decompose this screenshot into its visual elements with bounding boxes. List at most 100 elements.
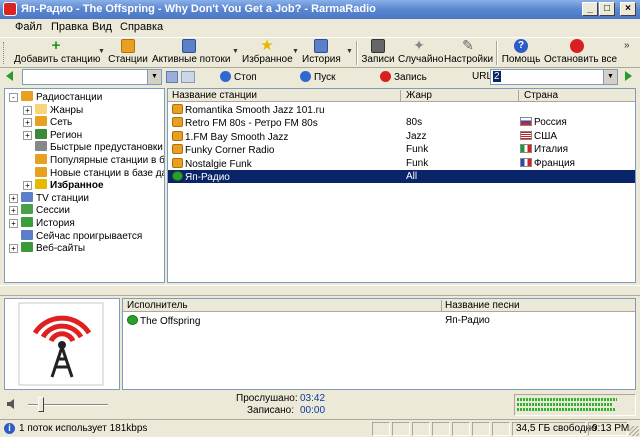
tree-item[interactable]: Быстрые предустановки — [23, 141, 163, 154]
tree-item-label: Радиостанции — [36, 92, 103, 103]
expand-icon[interactable]: + — [23, 130, 32, 140]
list-view-icon[interactable] — [166, 71, 178, 83]
active-streams-button[interactable]: Активные потоки — [152, 38, 230, 68]
splitter[interactable] — [0, 285, 640, 296]
records-button[interactable]: Записи — [360, 38, 396, 68]
menu-edit[interactable]: Правка — [51, 21, 88, 33]
stations-button[interactable]: Станции — [108, 38, 148, 68]
tree-item-label: TV станции — [36, 192, 90, 204]
table-row[interactable]: Яп-Радио All — [168, 170, 635, 183]
play-button[interactable]: Пуск — [300, 71, 335, 83]
toolbar-overflow-icon[interactable]: » — [624, 40, 630, 51]
tree-item[interactable]: + Регион — [23, 128, 83, 142]
column-separator[interactable] — [441, 300, 442, 311]
expand-icon[interactable]: + — [23, 118, 32, 128]
tree-item[interactable]: + История — [9, 217, 75, 230]
tree-item-label: Регион — [50, 129, 83, 141]
tree-item-label: Сеть — [50, 117, 73, 129]
tree-item[interactable]: + Избранное — [23, 179, 104, 192]
back-icon[interactable] — [6, 71, 13, 81]
stop-button[interactable]: Стоп — [220, 71, 257, 83]
maximize-button[interactable]: □ — [599, 2, 615, 16]
column-station-name[interactable]: Название станции — [172, 90, 257, 101]
genre-cell: Funk — [406, 144, 429, 156]
tree-item[interactable]: Сейчас проигрывается — [9, 229, 142, 243]
vu-meter-bar — [517, 398, 617, 401]
country-cell: Италия — [520, 144, 568, 155]
column-separator[interactable] — [518, 90, 519, 101]
collapse-icon[interactable]: - — [9, 93, 18, 102]
expand-icon[interactable]: + — [9, 206, 18, 216]
vu-meter-bar — [517, 403, 613, 406]
tree-item[interactable]: + Веб-сайты — [9, 242, 85, 255]
station-name-cell: Retro FM 80s - Ретро FM 80s — [172, 117, 318, 129]
resize-grip-icon[interactable] — [629, 426, 639, 436]
record-button[interactable]: Запись — [380, 71, 427, 83]
expand-icon[interactable]: + — [9, 219, 18, 228]
chevron-down-icon[interactable]: ▼ — [147, 70, 161, 84]
active-streams-dropdown[interactable]: ▼ — [232, 48, 239, 55]
volume-slider-thumb[interactable] — [38, 397, 44, 412]
tree-item[interactable]: - Радиостанции — [9, 91, 102, 104]
stop-all-button[interactable]: Остановить все — [544, 38, 617, 68]
grid-view-icon[interactable] — [181, 71, 195, 83]
table-row[interactable]: The Offspring Яп-Радио — [123, 314, 635, 327]
country-name: Франция — [534, 157, 575, 169]
random-button[interactable]: ✦ Случайно — [398, 38, 444, 68]
tree-item[interactable]: + Сеть — [23, 116, 72, 129]
chevron-down-icon[interactable]: ▼ — [603, 70, 617, 84]
tree-item[interactable]: Новые станции в базе дан... — [23, 166, 164, 180]
country-cell: Россия — [520, 117, 567, 128]
table-row[interactable]: 1.FM Bay Smooth Jazz Jazz США — [168, 130, 635, 143]
tree-item[interactable]: + Жанры — [23, 103, 83, 117]
history-dropdown[interactable]: ▼ — [346, 48, 353, 55]
expand-icon[interactable]: + — [9, 193, 18, 203]
url-input[interactable]: 2 — [493, 71, 501, 82]
menu-file[interactable]: Файл — [15, 21, 42, 33]
tree-item[interactable]: + TV станции — [9, 191, 90, 205]
records-icon — [371, 39, 385, 53]
tree-item-label: История — [36, 218, 75, 229]
toolbar-grip[interactable] — [3, 42, 6, 64]
column-separator[interactable] — [400, 90, 401, 101]
flag-icon — [520, 117, 532, 127]
song-list: Исполнитель Название песни The Offspring… — [122, 298, 636, 390]
info-icon: i — [4, 423, 15, 434]
add-station-button[interactable]: + Добавить станцию — [14, 38, 100, 68]
menu-view[interactable]: Вид — [92, 21, 112, 33]
history-button[interactable]: История — [302, 38, 341, 68]
menu-help[interactable]: Справка — [120, 21, 163, 33]
go-icon[interactable] — [625, 71, 632, 81]
radio-icon — [172, 104, 183, 114]
close-button[interactable]: × — [620, 2, 636, 16]
folder-icon — [35, 141, 47, 152]
url-combo[interactable]: 2 ▼ — [490, 69, 618, 85]
app-icon[interactable] — [3, 2, 17, 16]
expand-icon[interactable]: + — [23, 181, 32, 191]
column-artist[interactable]: Исполнитель — [127, 300, 188, 311]
navigation-tree: - Радиостанции + Жанры + Сеть + Регион Быстрые п… — [4, 88, 165, 283]
add-station-dropdown[interactable]: ▼ — [98, 48, 105, 55]
expand-icon[interactable]: + — [9, 244, 18, 254]
speaker-icon[interactable] — [6, 398, 18, 410]
tree-item[interactable]: + Сессии — [9, 204, 70, 217]
minimize-button[interactable]: _ — [582, 2, 598, 16]
column-genre[interactable]: Жанр — [406, 90, 432, 101]
settings-button[interactable]: ✎ Настройки — [444, 38, 493, 68]
tree-item-label: Избранное — [50, 180, 104, 192]
genre-cell: Jazz — [406, 130, 427, 142]
table-row[interactable]: Nostalgie Funk Funk Франция — [168, 157, 635, 170]
favorites-dropdown[interactable]: ▼ — [292, 48, 299, 55]
station-combo[interactable]: ▼ — [22, 69, 162, 85]
stop-icon — [570, 39, 584, 53]
table-row[interactable]: Funky Corner Radio Funk Италия — [168, 143, 635, 156]
free-space: 34,5 ГБ свободно — [512, 422, 597, 436]
help-button[interactable]: ? Помощь — [500, 38, 542, 68]
column-country[interactable]: Страна — [524, 90, 558, 101]
table-row[interactable]: Romantika Smooth Jazz 101.ru — [168, 103, 635, 116]
expand-icon[interactable]: + — [23, 105, 32, 115]
table-row[interactable]: Retro FM 80s - Ретро FM 80s 80s Россия — [168, 116, 635, 129]
column-song-title[interactable]: Название песни — [445, 300, 520, 311]
favorites-button[interactable]: ★ Избранное — [242, 38, 293, 68]
tree-item[interactable]: Популярные станции в базе — [23, 154, 164, 167]
